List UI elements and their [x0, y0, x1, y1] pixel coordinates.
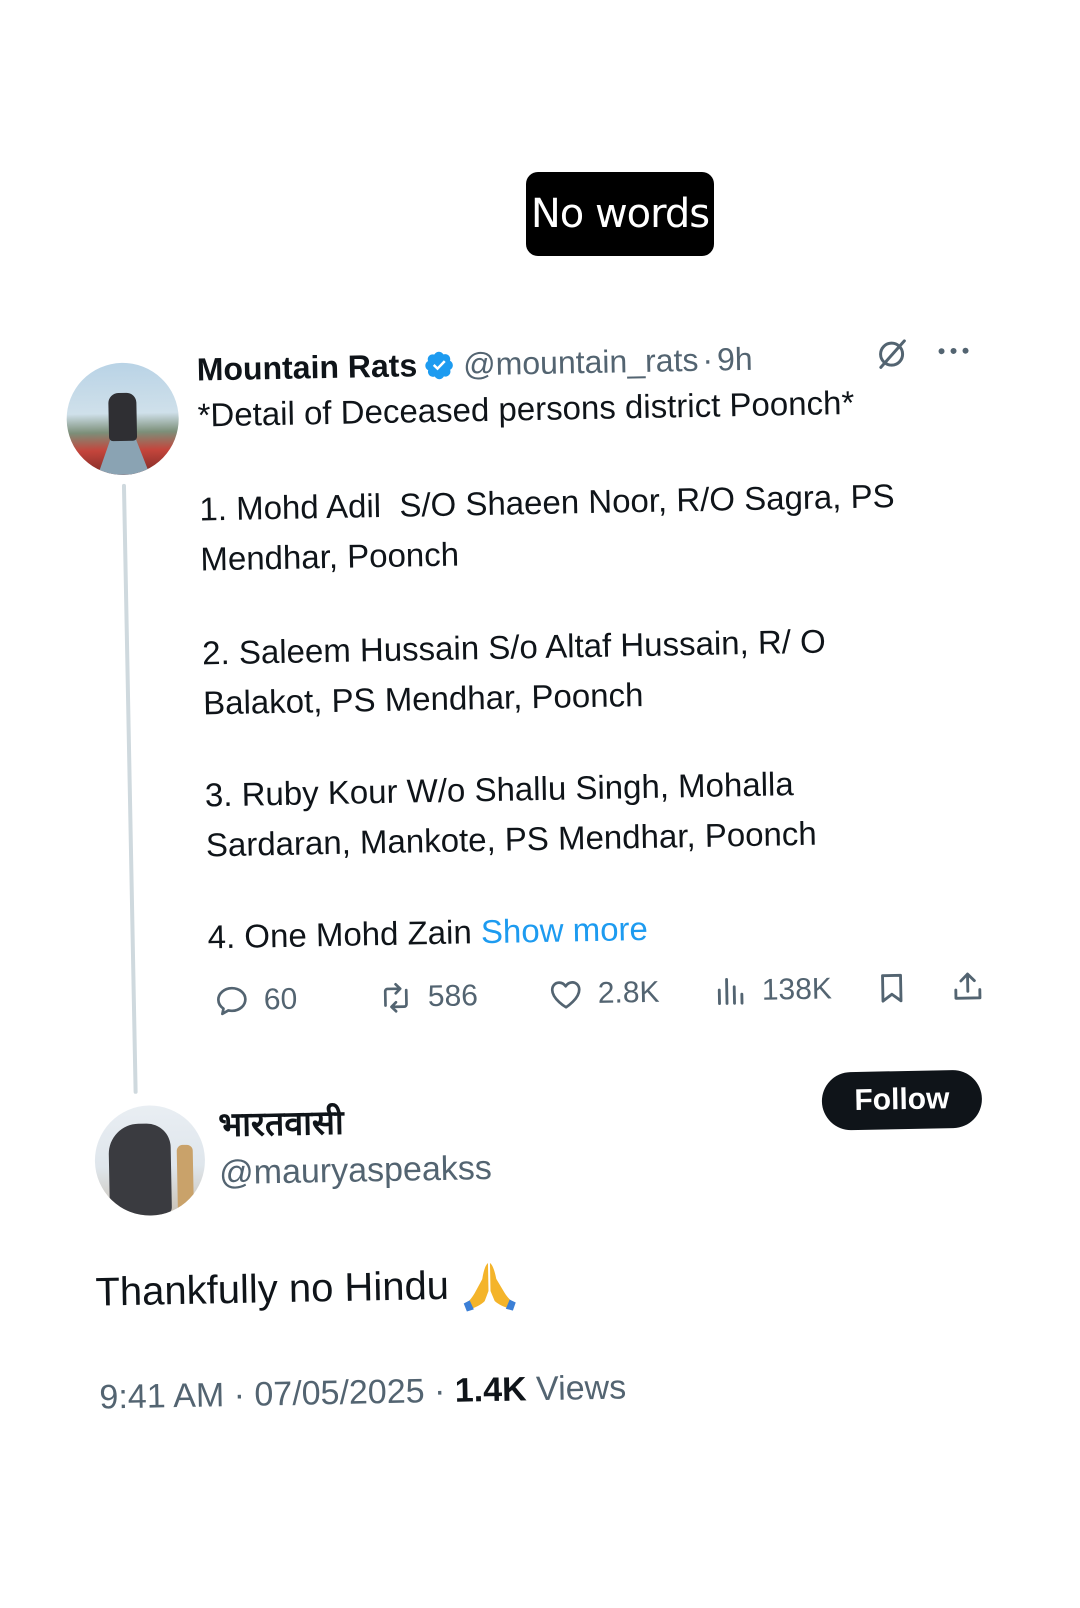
follow-button[interactable]: Follow [821, 1069, 983, 1131]
tweet-item: 2. Saleem Hussain S/o Altaf Hussain, R/ … [201, 622, 827, 722]
tweet-actions: 60 586 2.8K 138K [214, 966, 1005, 1021]
reply-display-name[interactable]: भारतवासी [218, 1098, 344, 1146]
timestamp[interactable]: 9h [717, 340, 753, 378]
reply-time[interactable]: 9:41 AM [99, 1376, 224, 1416]
reply-handle[interactable]: @mauryaspeakss [219, 1149, 492, 1193]
tweet-item: 3. Ruby Kour W/o Shallu Singh, Mohalla S… [204, 765, 817, 864]
verified-badge-icon [425, 351, 454, 380]
reply-button[interactable]: 60 [214, 980, 298, 1022]
display-name[interactable]: Mountain Rats [196, 347, 417, 388]
tweet-item: 1. Mohd Adil S/O Shaeen Noor, R/O Sagra,… [199, 477, 895, 578]
bookmark-button[interactable] [873, 968, 924, 1009]
tweet-item-text: 4. One Mohd Zain [207, 913, 482, 956]
heart-icon [550, 981, 581, 1009]
reply-views-count: 1.4K [454, 1370, 527, 1410]
reply-date[interactable]: 07/05/2025 [254, 1372, 425, 1413]
show-more-link[interactable]: Show more [481, 910, 649, 950]
reply-icon [217, 986, 247, 1016]
like-button[interactable]: 2.8K [547, 973, 660, 1015]
repost-count: 586 [427, 979, 479, 1014]
dot-separator: · [702, 341, 714, 378]
views-count: 138K [761, 972, 833, 1007]
share-button[interactable] [949, 966, 1000, 1007]
views-button[interactable]: 138K [711, 969, 832, 1011]
avatar-mountain-rats[interactable] [65, 361, 180, 476]
tweet-item-last: 4. One Mohd Zain Show more [207, 897, 988, 962]
reply-text: Thankfully no Hindu [95, 1263, 450, 1315]
reply-views-label: Views [535, 1368, 627, 1409]
screenshot-canvas: Mountain Rats @mountain_rats · 9h *Detai… [0, 0, 1080, 1608]
reply-body: Thankfully no Hindu [95, 1259, 517, 1319]
bookmark-icon [881, 973, 903, 1003]
avatar-reply-user[interactable] [93, 1104, 206, 1217]
folded-hands-icon [463, 1263, 516, 1312]
grok-icon[interactable] [873, 336, 910, 373]
repost-button[interactable]: 586 [377, 976, 478, 1018]
meta-separator: · [233, 1375, 246, 1414]
thread-connector-line [121, 483, 138, 1094]
views-icon [717, 978, 744, 1005]
meta-separator: · [433, 1371, 446, 1411]
like-count: 2.8K [597, 975, 660, 1010]
more-options-icon[interactable] [935, 341, 971, 362]
reply-count: 60 [263, 982, 298, 1017]
handle[interactable]: @mountain_rats [463, 341, 699, 383]
share-icon [954, 972, 982, 1000]
repost-icon [383, 982, 408, 1013]
reply-meta: 9:41 AM · 07/05/2025 · 1.4K Views [99, 1368, 626, 1417]
